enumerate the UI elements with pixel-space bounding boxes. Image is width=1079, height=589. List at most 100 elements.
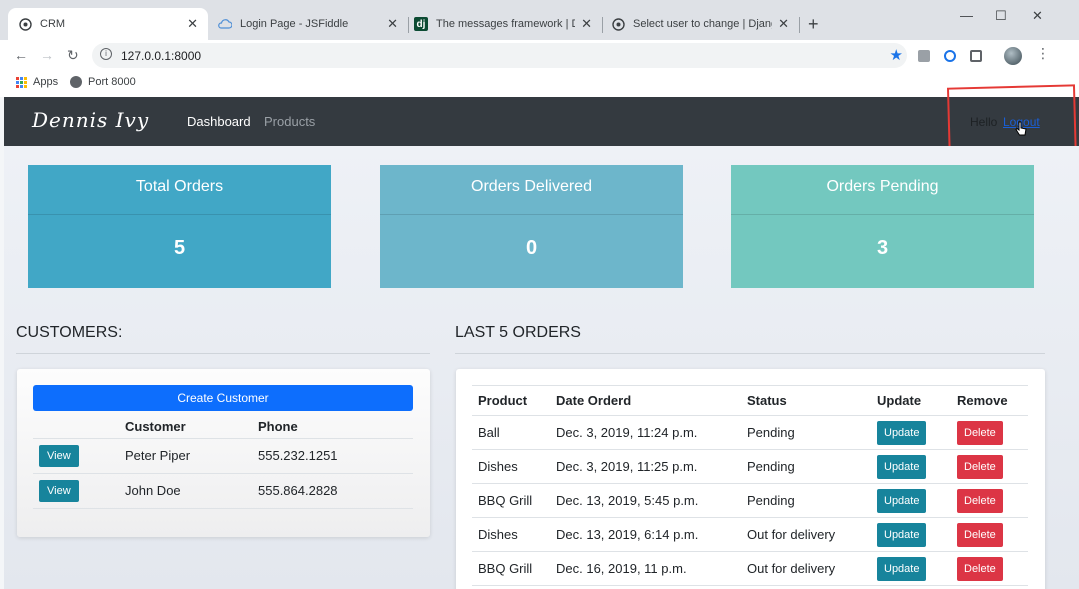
column-header: Status bbox=[741, 385, 871, 416]
delete-order-button[interactable]: Delete bbox=[957, 556, 1003, 581]
stat-label: Orders Pending bbox=[731, 165, 1034, 215]
close-tab-icon[interactable]: ✕ bbox=[581, 16, 592, 32]
column-header: Customer bbox=[119, 416, 252, 439]
order-status: Out for delivery bbox=[741, 551, 871, 586]
stat-card-total-orders: Total Orders 5 bbox=[28, 165, 331, 288]
customers-heading: CUSTOMERS: bbox=[16, 324, 123, 341]
order-date: Dec. 13, 2019, 5:45 p.m. bbox=[550, 483, 741, 518]
update-order-button[interactable]: Update bbox=[877, 556, 927, 581]
stat-value: 0 bbox=[525, 237, 538, 259]
column-header: Update bbox=[871, 385, 951, 416]
browser-tab-strip: CRM ✕ Login Page - JSFiddle ✕ dj The mes… bbox=[0, 0, 1079, 40]
bookmark-port-8000[interactable]: Port 8000 bbox=[70, 76, 136, 88]
order-date: Dec. 13, 2019, 6:14 p.m. bbox=[550, 517, 741, 552]
order-product: BBQ Grill bbox=[472, 551, 550, 586]
divider bbox=[16, 353, 430, 354]
update-order-button[interactable]: Update bbox=[877, 454, 927, 479]
column-header bbox=[33, 416, 119, 439]
bookmark-label: Port 8000 bbox=[88, 76, 136, 88]
site-navbar: Dennis Ivy Dashboard Products Hello Logo… bbox=[4, 97, 1079, 146]
customer-name: Peter Piper bbox=[119, 438, 252, 474]
forward-arrow-icon[interactable]: → bbox=[40, 47, 54, 63]
globe-icon bbox=[70, 76, 82, 88]
view-customer-button[interactable]: View bbox=[39, 479, 79, 502]
bookmark-star-icon[interactable]: ★ bbox=[890, 46, 903, 64]
update-order-button[interactable]: Update bbox=[877, 488, 927, 513]
brand-logo[interactable]: Dennis Ivy bbox=[32, 108, 149, 132]
browser-tab-django-admin[interactable]: Select user to change | Django si ✕ bbox=[601, 8, 799, 40]
update-order-button[interactable]: Update bbox=[877, 522, 927, 547]
order-date: Dec. 3, 2019, 11:24 p.m. bbox=[550, 415, 741, 450]
orders-panel: Product Date Orderd Status Update Remove… bbox=[456, 369, 1045, 589]
table-row: Dishes Dec. 3, 2019, 11:25 p.m. Pending … bbox=[472, 449, 1028, 484]
django-icon: dj bbox=[414, 17, 428, 31]
browser-tab-django-messages[interactable]: dj The messages framework | Djang ✕ bbox=[404, 8, 602, 40]
delete-order-button[interactable]: Delete bbox=[957, 522, 1003, 547]
column-header: Date Orderd bbox=[550, 385, 741, 416]
tab-title: Login Page - JSFiddle bbox=[240, 18, 349, 30]
info-icon[interactable]: i bbox=[100, 48, 112, 60]
table-row: Dishes Dec. 13, 2019, 6:14 p.m. Out for … bbox=[472, 517, 1028, 552]
reload-icon[interactable]: ↻ bbox=[67, 47, 79, 64]
bookmarks-bar: Apps Port 8000 bbox=[0, 71, 1079, 97]
new-tab-button[interactable]: + bbox=[808, 14, 819, 35]
stat-value: 5 bbox=[173, 237, 186, 259]
back-arrow-icon[interactable]: ← bbox=[14, 47, 28, 63]
customers-table: Customer Phone View Peter Piper 555.232.… bbox=[33, 416, 413, 509]
stat-card-orders-pending: Orders Pending 3 bbox=[731, 165, 1034, 288]
browser-menu-icon[interactable]: ⋮ bbox=[1036, 45, 1050, 62]
close-tab-icon[interactable]: ✕ bbox=[778, 16, 789, 32]
stat-value: 3 bbox=[876, 237, 889, 259]
delete-order-button[interactable]: Delete bbox=[957, 454, 1003, 479]
apps-grid-icon bbox=[16, 76, 27, 88]
bookmark-label: Apps bbox=[33, 76, 59, 88]
update-order-button[interactable]: Update bbox=[877, 420, 927, 445]
order-status: Pending bbox=[741, 415, 871, 450]
maximize-icon[interactable]: ☐ bbox=[995, 8, 1007, 24]
table-row: BBQ Grill Dec. 16, 2019, 11 p.m. Out for… bbox=[472, 551, 1028, 586]
close-tab-icon[interactable]: ✕ bbox=[187, 16, 198, 32]
extension-icon[interactable] bbox=[918, 50, 930, 62]
nav-link-dashboard[interactable]: Dashboard bbox=[187, 114, 251, 129]
tab-separator bbox=[799, 17, 800, 33]
globe-icon bbox=[611, 17, 625, 31]
column-header: Remove bbox=[951, 385, 1028, 416]
extension-gear-icon[interactable] bbox=[944, 50, 956, 62]
url-text: 127.0.0.1:8000 bbox=[121, 49, 202, 63]
tab-title: CRM bbox=[40, 18, 66, 30]
browser-toolbar: ← → ↻ i 127.0.0.1:8000 ★ bbox=[0, 40, 1079, 71]
bookmark-apps[interactable]: Apps bbox=[16, 76, 58, 88]
order-product: Dishes bbox=[472, 517, 550, 552]
close-tab-icon[interactable]: ✕ bbox=[387, 16, 398, 32]
order-date: Dec. 3, 2019, 11:25 p.m. bbox=[550, 449, 741, 484]
tab-title: Select user to change | Django si bbox=[633, 18, 772, 30]
orders-heading: LAST 5 ORDERS bbox=[455, 324, 581, 341]
dashboard-page: Total Orders 5 Orders Delivered 0 Orders… bbox=[4, 146, 1079, 589]
divider bbox=[455, 353, 1045, 354]
nav-link-products[interactable]: Products bbox=[264, 114, 315, 129]
browser-tab-jsfiddle[interactable]: Login Page - JSFiddle ✕ bbox=[208, 8, 408, 40]
view-customer-button[interactable]: View bbox=[39, 444, 79, 467]
address-bar[interactable]: i 127.0.0.1:8000 ★ bbox=[92, 43, 907, 68]
order-status: Out for delivery bbox=[741, 517, 871, 552]
customer-phone: 555.232.1251 bbox=[252, 438, 413, 474]
stat-label: Orders Delivered bbox=[380, 165, 683, 215]
profile-avatar[interactable] bbox=[1004, 47, 1022, 65]
minimize-icon[interactable]: — bbox=[960, 8, 973, 23]
order-product: Dishes bbox=[472, 449, 550, 484]
order-date: Dec. 16, 2019, 11 p.m. bbox=[550, 551, 741, 586]
close-window-icon[interactable]: ✕ bbox=[1032, 8, 1043, 24]
delete-order-button[interactable]: Delete bbox=[957, 420, 1003, 445]
table-header-row: Customer Phone bbox=[33, 416, 413, 439]
delete-order-button[interactable]: Delete bbox=[957, 488, 1003, 513]
cast-icon[interactable] bbox=[970, 50, 982, 62]
orders-table: Product Date Orderd Status Update Remove… bbox=[472, 385, 1028, 586]
browser-tab-crm[interactable]: CRM ✕ bbox=[8, 8, 208, 40]
order-product: BBQ Grill bbox=[472, 483, 550, 518]
customer-phone: 555.864.2828 bbox=[252, 473, 413, 509]
table-header-row: Product Date Orderd Status Update Remove bbox=[472, 385, 1028, 416]
create-customer-button[interactable]: Create Customer bbox=[33, 385, 413, 411]
column-header: Product bbox=[472, 385, 550, 416]
order-product: Ball bbox=[472, 415, 550, 450]
table-row: Ball Dec. 3, 2019, 11:24 p.m. Pending Up… bbox=[472, 415, 1028, 450]
